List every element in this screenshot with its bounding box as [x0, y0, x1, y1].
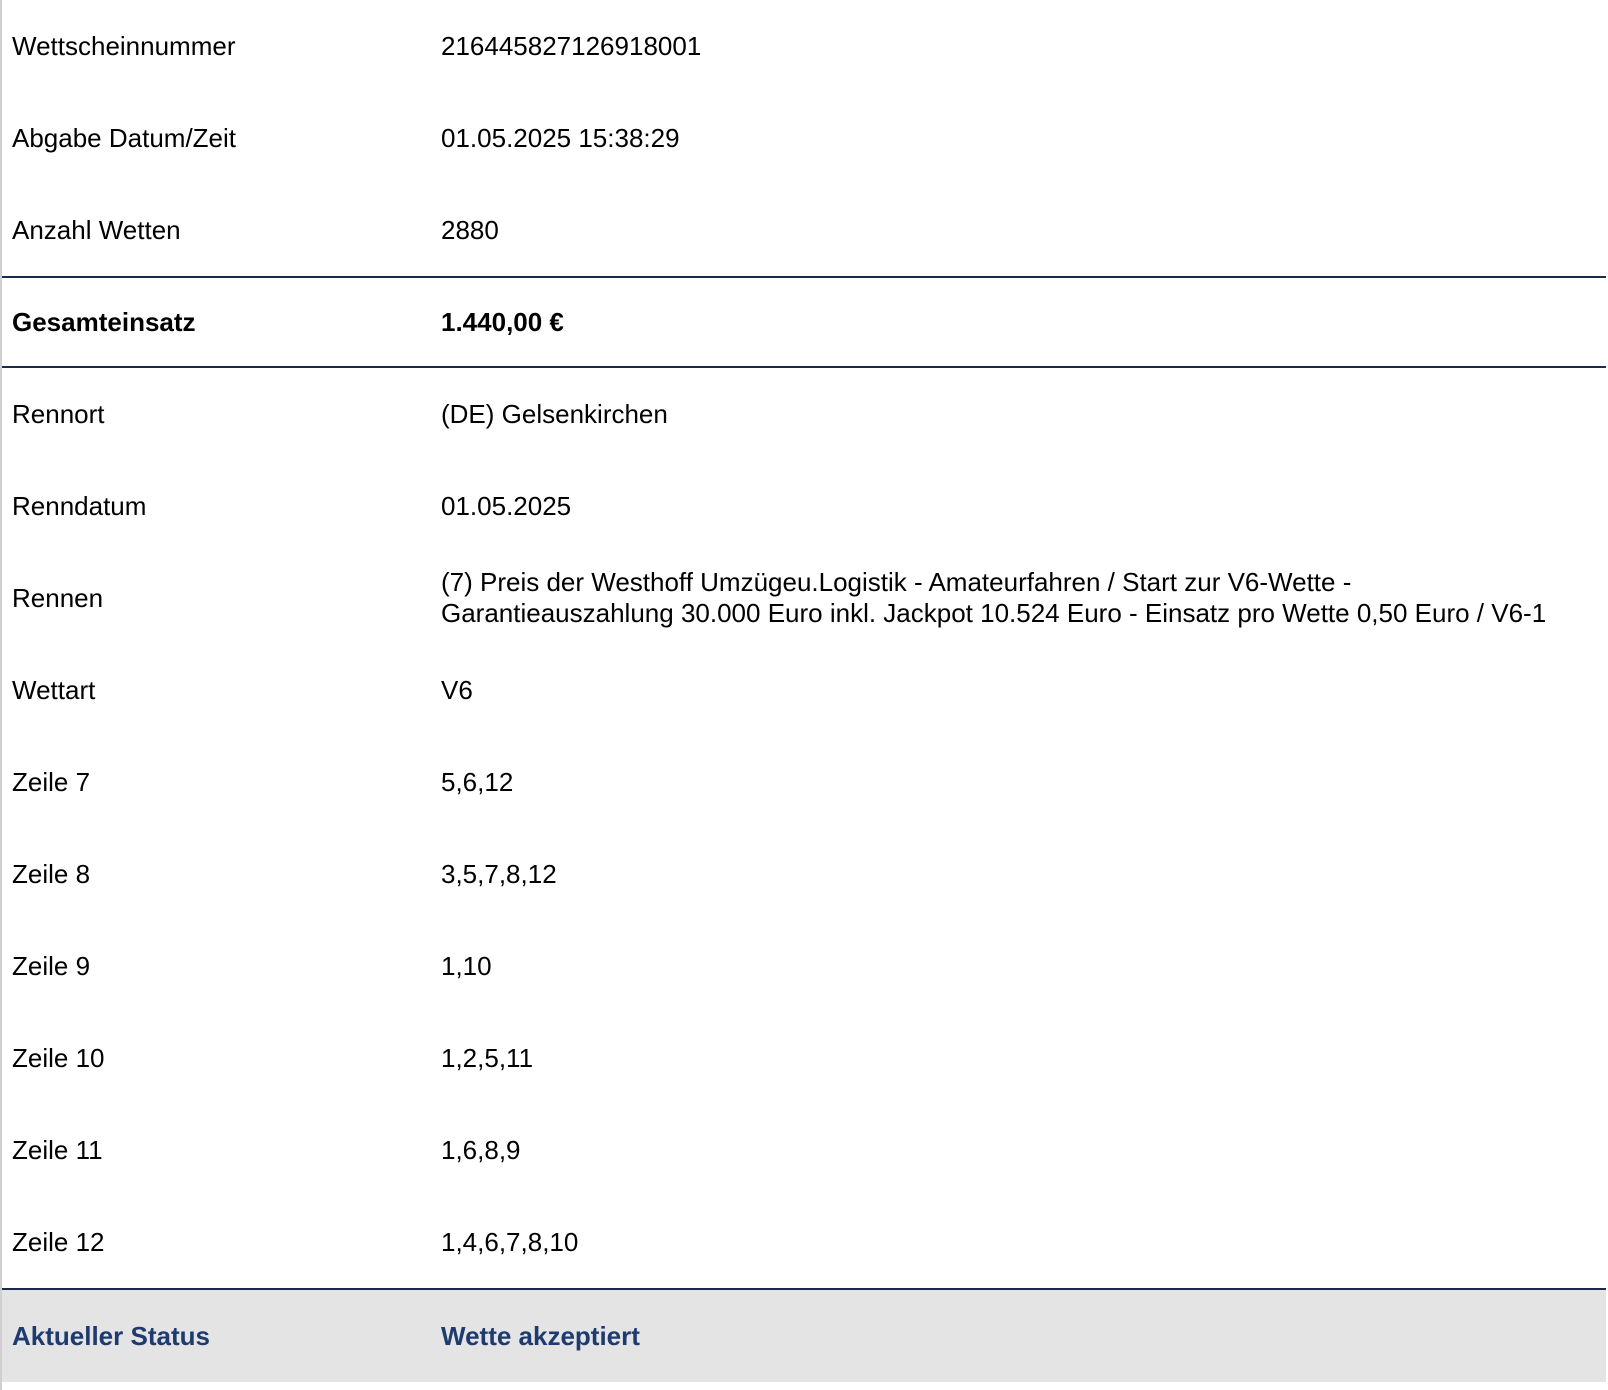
selection-line-value: 1,6,8,9 [441, 1134, 521, 1165]
selection-line-value: 3,5,7,8,12 [441, 858, 557, 889]
race-value: (7) Preis der Westhoff Umzügeu.Logistik … [441, 567, 1606, 629]
selection-line-row: Zeile 11 1,6,8,9 [2, 1104, 1606, 1196]
race-date-row: Renndatum 01.05.2025 [2, 460, 1606, 552]
total-stake-row: Gesamteinsatz 1.440,00 € [2, 276, 1606, 368]
ticket-number-row: Wettscheinnummer 216445827126918001 [2, 0, 1606, 92]
race-value-line-1: (7) Preis der Westhoff Umzügeu.Logistik … [441, 567, 1352, 597]
selection-line-label: Zeile 8 [12, 858, 91, 889]
selection-line-row: Zeile 10 1,2,5,11 [2, 1012, 1606, 1104]
selection-line-label: Zeile 12 [12, 1226, 105, 1257]
race-date-label: Renndatum [12, 490, 147, 521]
bet-type-value: V6 [441, 674, 473, 705]
total-stake-value: 1.440,00 € [441, 306, 564, 337]
bet-count-value: 2880 [441, 214, 499, 245]
selection-line-label: Zeile 10 [12, 1042, 105, 1073]
bet-type-row: Wettart V6 [2, 644, 1606, 736]
selection-line-row: Zeile 12 1,4,6,7,8,10 [2, 1196, 1606, 1288]
selection-line-value: 1,4,6,7,8,10 [441, 1226, 579, 1257]
selection-line-label: Zeile 7 [12, 766, 91, 797]
venue-row: Rennort (DE) Gelsenkirchen [2, 368, 1606, 460]
status-row: Aktueller Status Wette akzeptiert [2, 1288, 1606, 1382]
status-value: Wette akzeptiert [441, 1320, 640, 1351]
selection-line-value: 1,10 [441, 950, 492, 981]
selection-line-value: 5,6,12 [441, 766, 514, 797]
bet-ticket-details: Wettscheinnummer 216445827126918001 Abga… [0, 0, 1606, 1390]
selection-line-label: Zeile 11 [12, 1134, 103, 1165]
race-date-value: 01.05.2025 [441, 490, 572, 521]
ticket-number-value: 216445827126918001 [441, 30, 702, 61]
bet-count-row: Anzahl Wetten 2880 [2, 184, 1606, 276]
submitted-row: Abgabe Datum/Zeit 01.05.2025 15:38:29 [2, 92, 1606, 184]
venue-value: (DE) Gelsenkirchen [441, 398, 668, 429]
venue-label: Rennort [12, 398, 105, 429]
bet-count-label: Anzahl Wetten [12, 214, 181, 245]
submitted-label: Abgabe Datum/Zeit [12, 122, 237, 153]
submitted-value: 01.05.2025 15:38:29 [441, 122, 680, 153]
selection-line-row: Zeile 9 1,10 [2, 920, 1606, 1012]
race-value-line-2: Garantieauszahlung 30.000 Euro inkl. Jac… [441, 598, 1547, 628]
total-stake-label: Gesamteinsatz [12, 306, 196, 337]
ticket-number-label: Wettscheinnummer [12, 30, 236, 61]
race-row: Rennen (7) Preis der Westhoff Umzügeu.Lo… [2, 552, 1606, 644]
status-label: Aktueller Status [12, 1320, 210, 1351]
bet-type-label: Wettart [12, 674, 96, 705]
selection-line-label: Zeile 9 [12, 950, 91, 981]
selection-line-row: Zeile 7 5,6,12 [2, 736, 1606, 828]
selection-line-value: 1,2,5,11 [441, 1042, 534, 1073]
race-label: Rennen [12, 582, 104, 613]
selection-line-row: Zeile 8 3,5,7,8,12 [2, 828, 1606, 920]
